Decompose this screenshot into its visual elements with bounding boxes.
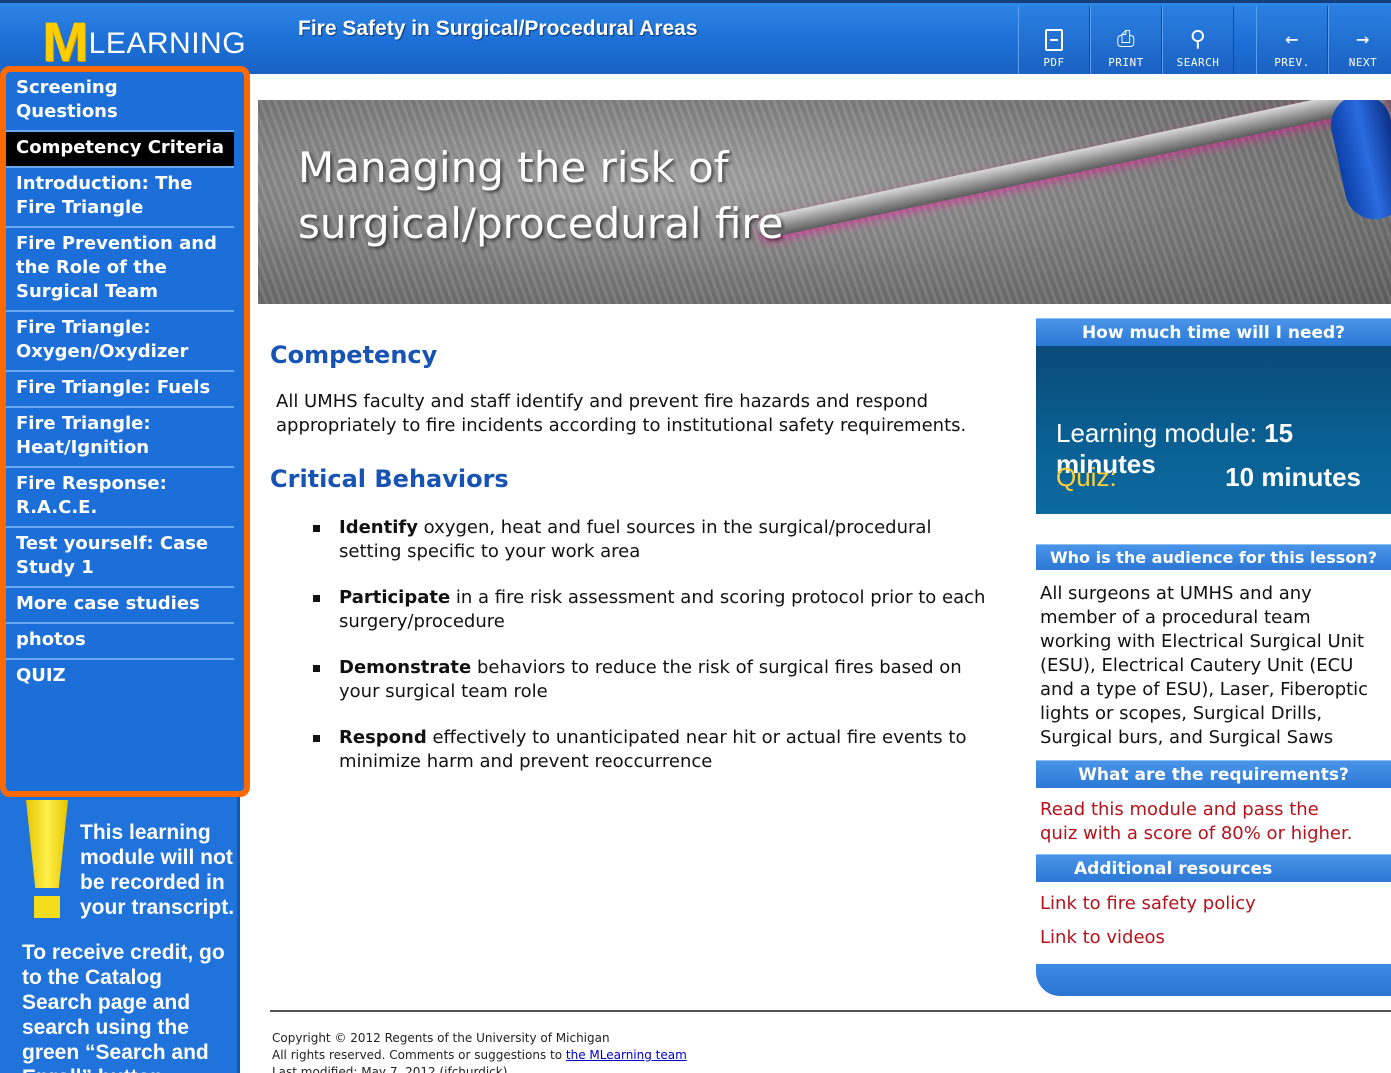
fire-safety-policy-link[interactable]: Link to fire safety policy — [1036, 892, 1391, 916]
requirements-heading: What are the requirements? — [1036, 760, 1391, 788]
competency-heading: Competency — [270, 341, 438, 369]
course-title: Fire Safety in Surgical/Procedural Areas — [298, 17, 698, 40]
exclamation-icon — [26, 800, 68, 888]
quiz-value: 10 minutes — [1225, 462, 1361, 492]
main-content: Competency All UMHS faculty and staff id… — [270, 330, 1010, 796]
logo-text: LEARNING — [88, 27, 247, 60]
cautery-probe-illustration — [755, 100, 1387, 240]
nav-item-quiz[interactable]: QUIZ — [6, 660, 234, 694]
nav-item-introduction-fire-triangle[interactable]: Introduction: The Fire Triangle — [6, 168, 234, 228]
exclamation-dot-icon — [34, 896, 60, 918]
behavior-verb: Participate — [339, 587, 451, 608]
prev-button[interactable]: ← PREV. — [1256, 6, 1328, 74]
learning-module-label: Learning module: — [1056, 418, 1265, 448]
print-button[interactable]: ⎙ PRINT — [1090, 6, 1162, 74]
nav-item-fire-prevention-role[interactable]: Fire Prevention and the Role of the Surg… — [6, 228, 234, 312]
transcript-notice: This learning module will not be recorde… — [4, 800, 236, 1073]
mlearning-logo[interactable]: M LEARNING — [42, 10, 247, 73]
requirements-line-1: Read this module and pass the — [1040, 799, 1319, 820]
quiz-label: Quiz: — [1056, 462, 1117, 492]
notice-not-recorded: This learning module will not be recorde… — [80, 821, 235, 919]
nav-item-fire-response-race[interactable]: Fire Response: R.A.C.E. — [6, 468, 234, 528]
info-panel: How much time will I need? Learning modu… — [1036, 318, 1391, 996]
pdf-icon — [1045, 29, 1063, 51]
quiz-time: Quiz: 10 minutes — [1056, 462, 1361, 493]
last-modified-text: Last modified: May 7, 2012 (jfchurdick) — [272, 1065, 508, 1073]
banner-title: Managing the risk of surgical/procedural… — [298, 143, 784, 248]
copyright-text: Copyright © 2012 Regents of the Universi… — [272, 1031, 610, 1045]
arrow-left-icon: ← — [1285, 27, 1299, 52]
sidebar-nav-highlighted: Screening Questions Competency Criteria … — [0, 66, 250, 797]
nav-item-screening-questions[interactable]: Screening Questions — [6, 72, 234, 132]
nav-item-case-study-1[interactable]: Test yourself: Case Study 1 — [6, 528, 234, 588]
pdf-button[interactable]: PDF — [1018, 6, 1090, 74]
time-needed-box: Learning module: 15 minutes Quiz: 10 min… — [1036, 346, 1391, 514]
search-label: SEARCH — [1176, 56, 1220, 69]
nav-item-heat-ignition[interactable]: Fire Triangle: Heat/Ignition — [6, 408, 234, 468]
pdf-label: PDF — [1043, 56, 1065, 69]
mlearning-team-link[interactable]: the MLearning team — [566, 1048, 687, 1062]
behavior-verb: Respond — [339, 727, 427, 748]
info-panel-footer — [1036, 964, 1391, 996]
top-header: M LEARNING Fire Safety in Surgical/Proce… — [0, 0, 1391, 74]
behavior-text: oxygen, heat and fuel sources in the sur… — [339, 517, 932, 562]
banner-image: Managing the risk of surgical/procedural… — [258, 100, 1391, 304]
list-item: Respond effectively to unanticipated nea… — [270, 726, 990, 774]
nav-item-oxygen-oxydizer[interactable]: Fire Triangle: Oxygen/Oxydizer — [6, 312, 234, 372]
next-button[interactable]: → NEXT — [1328, 6, 1391, 74]
arrow-right-icon: → — [1356, 27, 1370, 52]
nav-item-fuels[interactable]: Fire Triangle: Fuels — [6, 372, 234, 408]
rights-line: All rights reserved. Comments or suggest… — [272, 1047, 687, 1064]
notice-receive-credit: To receive credit, go to the Catalog Sea… — [22, 941, 225, 1073]
prev-label: PREV. — [1274, 56, 1310, 69]
probe-handle-illustration — [1325, 100, 1391, 225]
footer-divider — [270, 1010, 1391, 1012]
behavior-verb: Identify — [339, 517, 418, 538]
nav-item-competency-criteria[interactable]: Competency Criteria — [6, 132, 234, 168]
critical-behaviors-heading: Critical Behaviors — [270, 465, 509, 493]
printer-icon: ⎙ — [1116, 27, 1136, 52]
behavior-verb: Demonstrate — [339, 657, 472, 678]
competency-text: All UMHS faculty and staff identify and … — [276, 391, 967, 436]
next-label: NEXT — [1348, 56, 1378, 69]
audience-heading: Who is the audience for this lesson? — [1036, 544, 1391, 570]
requirements-text: Read this module and pass the quiz with … — [1036, 788, 1391, 846]
logo-m-letter: M — [42, 10, 89, 73]
magnifier-icon: ⚲ — [1189, 27, 1207, 52]
videos-link[interactable]: Link to videos — [1036, 926, 1391, 950]
list-item: Identify oxygen, heat and fuel sources i… — [270, 516, 990, 564]
additional-resources-heading: Additional resources — [1036, 854, 1391, 882]
print-label: PRINT — [1108, 56, 1144, 69]
nav-item-photos[interactable]: photos — [6, 624, 234, 660]
critical-behaviors-list: Identify oxygen, heat and fuel sources i… — [270, 516, 1010, 774]
nav-item-more-case-studies[interactable]: More case studies — [6, 588, 234, 624]
rights-text: All rights reserved. Comments or suggest… — [272, 1048, 566, 1062]
time-needed-heading: How much time will I need? — [1036, 318, 1391, 346]
page-footer: Copyright © 2012 Regents of the Universi… — [272, 1030, 687, 1073]
behavior-text: effectively to unanticipated near hit or… — [339, 727, 967, 772]
list-item: Demonstrate behaviors to reduce the risk… — [270, 656, 990, 704]
audience-text: All surgeons at UMHS and any member of a… — [1040, 583, 1369, 748]
search-button[interactable]: ⚲ SEARCH — [1162, 6, 1234, 74]
list-item: Participate in a fire risk assessment an… — [270, 586, 990, 634]
requirements-line-2: quiz with a score of 80% or higher. — [1040, 823, 1353, 844]
